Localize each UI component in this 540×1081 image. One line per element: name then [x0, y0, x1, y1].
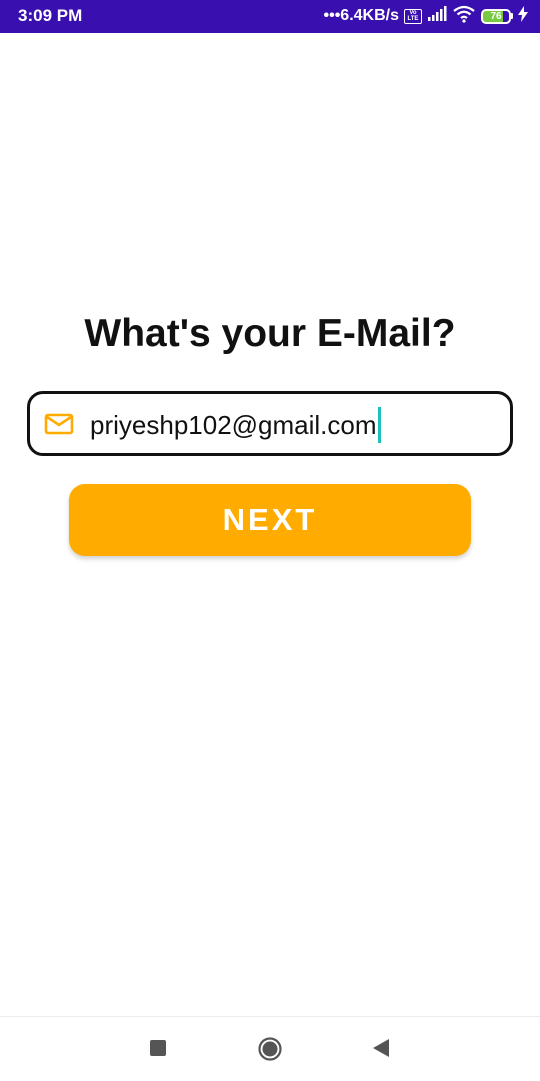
- network-speed: •••6.4KB/s: [323, 7, 400, 24]
- page-title: What's your E-Mail?: [84, 312, 456, 355]
- mail-icon: [44, 413, 74, 435]
- bolt-icon: [518, 5, 528, 27]
- text-cursor: [377, 407, 381, 443]
- battery-level: 76: [481, 8, 511, 24]
- status-bar: 3:09 PM •••6.4KB/s Vo LTE 76: [0, 0, 540, 33]
- navigation-bar: [0, 1016, 540, 1081]
- back-triangle-icon[interactable]: [372, 1038, 390, 1058]
- wifi-icon: [452, 5, 476, 28]
- circle-home-icon[interactable]: [258, 1037, 282, 1061]
- next-button[interactable]: NEXT: [69, 484, 471, 556]
- status-time: 3:09 PM: [18, 6, 83, 25]
- volte-icon: Vo LTE: [404, 8, 422, 24]
- email-field[interactable]: priyeshp102@gmail.com: [27, 391, 513, 456]
- email-value-text: priyeshp102@gmail.com: [90, 409, 377, 440]
- email-input[interactable]: priyeshp102@gmail.com: [90, 407, 381, 443]
- battery-icon: 76: [481, 8, 513, 24]
- square-icon[interactable]: [150, 1040, 166, 1056]
- battery-tip: [511, 13, 513, 19]
- status-icons: •••6.4KB/s Vo LTE 76: [323, 5, 528, 28]
- signal-bars-icon: [427, 5, 447, 27]
